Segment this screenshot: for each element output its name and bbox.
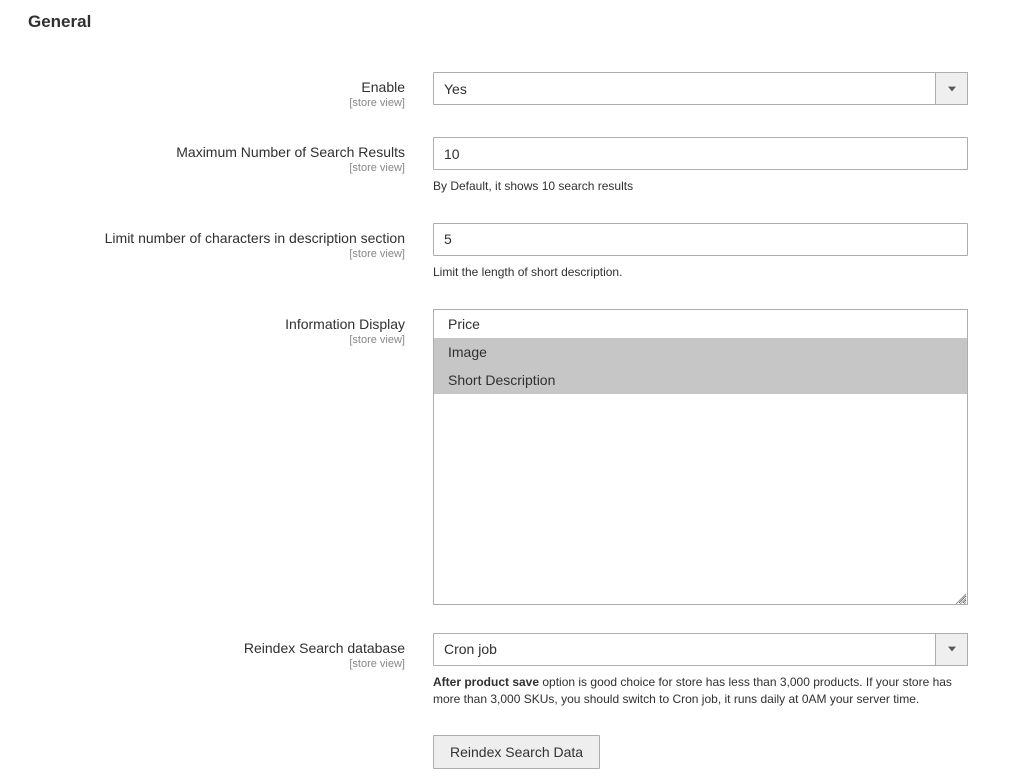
field-control-col (433, 72, 968, 105)
reindex-search-data-button[interactable]: Reindex Search Data (433, 735, 600, 769)
button-row: Reindex Search Data (433, 735, 968, 769)
reindex-select-value[interactable] (433, 633, 968, 666)
section-title: General (28, 12, 1005, 32)
multiselect-option[interactable]: Short Description (434, 366, 967, 394)
field-control-col: Limit the length of short description. (433, 223, 968, 281)
reindex-label: Reindex Search database (28, 639, 405, 657)
field-label-col: Enable [store view] (28, 72, 433, 109)
field-info-display: Information Display [store view] PriceIm… (28, 309, 1005, 605)
max-results-input[interactable] (433, 137, 968, 170)
desc-limit-note: Limit the length of short description. (433, 264, 968, 281)
field-control-col: After product save option is good choice… (433, 633, 968, 770)
desc-limit-scope: [store view] (28, 248, 405, 260)
info-display-label: Information Display (28, 315, 405, 333)
field-control-col: PriceImageShort Description (433, 309, 968, 605)
enable-scope: [store view] (28, 97, 405, 109)
field-label-col: Reindex Search database [store view] (28, 633, 433, 670)
max-results-note: By Default, it shows 10 search results (433, 178, 968, 195)
info-display-scope: [store view] (28, 334, 405, 346)
field-label-col: Information Display [store view] (28, 309, 433, 346)
reindex-note: After product save option is good choice… (433, 674, 968, 708)
enable-select-value[interactable] (433, 72, 968, 105)
reindex-scope: [store view] (28, 658, 405, 670)
field-enable: Enable [store view] (28, 72, 1005, 109)
multiselect-option[interactable]: Image (434, 338, 967, 366)
reindex-select[interactable] (433, 633, 968, 666)
field-max-results: Maximum Number of Search Results [store … (28, 137, 1005, 195)
max-results-label: Maximum Number of Search Results (28, 143, 405, 161)
field-reindex: Reindex Search database [store view] Aft… (28, 633, 1005, 770)
enable-label: Enable (28, 78, 405, 96)
max-results-scope: [store view] (28, 162, 405, 174)
field-label-col: Maximum Number of Search Results [store … (28, 137, 433, 174)
field-control-col: By Default, it shows 10 search results (433, 137, 968, 195)
field-label-col: Limit number of characters in descriptio… (28, 223, 433, 260)
enable-select[interactable] (433, 72, 968, 105)
desc-limit-label: Limit number of characters in descriptio… (28, 229, 405, 247)
resize-handle-icon (954, 591, 966, 603)
desc-limit-input[interactable] (433, 223, 968, 256)
multiselect-option[interactable]: Price (434, 310, 967, 338)
field-desc-limit: Limit number of characters in descriptio… (28, 223, 1005, 281)
info-display-multiselect[interactable]: PriceImageShort Description (433, 309, 968, 605)
reindex-note-strong: After product save (433, 675, 539, 689)
